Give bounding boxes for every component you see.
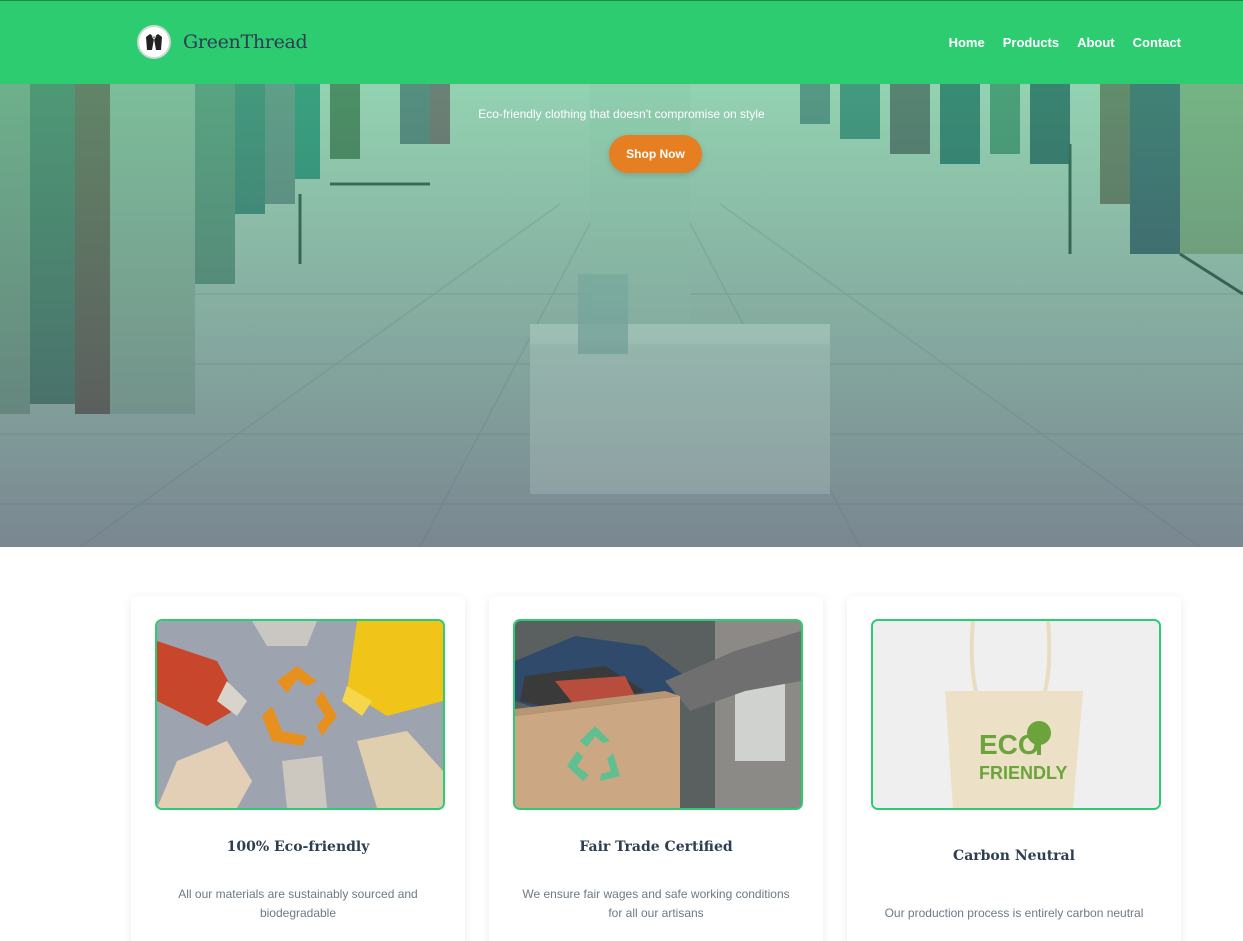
feature-card-eco-friendly: 100% Eco-friendly All our materials are … [131, 596, 465, 941]
nav-home[interactable]: Home [949, 35, 985, 50]
feature-title: Fair Trade Certified [579, 839, 733, 855]
recycle-sweaters-image [155, 619, 445, 810]
jacket-logo-icon [137, 25, 171, 59]
brand-name: GreenThread [183, 31, 308, 53]
main-nav: Home Products About Contact [931, 35, 1181, 50]
site-header: GreenThread Home Products About Contact [0, 0, 1243, 84]
feature-text: All our materials are sustainably source… [178, 887, 418, 920]
feature-card-carbon-neutral: ECO FRIENDLY Carbon Neutral Our producti… [847, 596, 1181, 941]
shop-now-button[interactable]: Shop Now [609, 135, 702, 173]
feature-card-fair-trade: Fair Trade Certified We ensure fair wage… [489, 596, 823, 941]
nav-about[interactable]: About [1077, 35, 1115, 50]
feature-title: 100% Eco-friendly [226, 839, 370, 855]
feature-text: Our production process is entirely carbo… [884, 906, 1144, 920]
tote-bag-image: ECO FRIENDLY [871, 619, 1161, 810]
donation-box-image [513, 619, 803, 810]
logo[interactable]: GreenThread [137, 25, 308, 59]
hero-section: Eco-friendly clothing that doesn't compr… [0, 84, 1243, 547]
nav-contact[interactable]: Contact [1133, 35, 1181, 50]
feature-title: Carbon Neutral [953, 848, 1075, 864]
nav-products[interactable]: Products [1003, 35, 1059, 50]
feature-text: We ensure fair wages and safe working co… [522, 887, 790, 920]
hero-tagline: Eco-friendly clothing that doesn't compr… [478, 107, 765, 121]
tote-print-friendly: FRIENDLY [979, 763, 1067, 783]
